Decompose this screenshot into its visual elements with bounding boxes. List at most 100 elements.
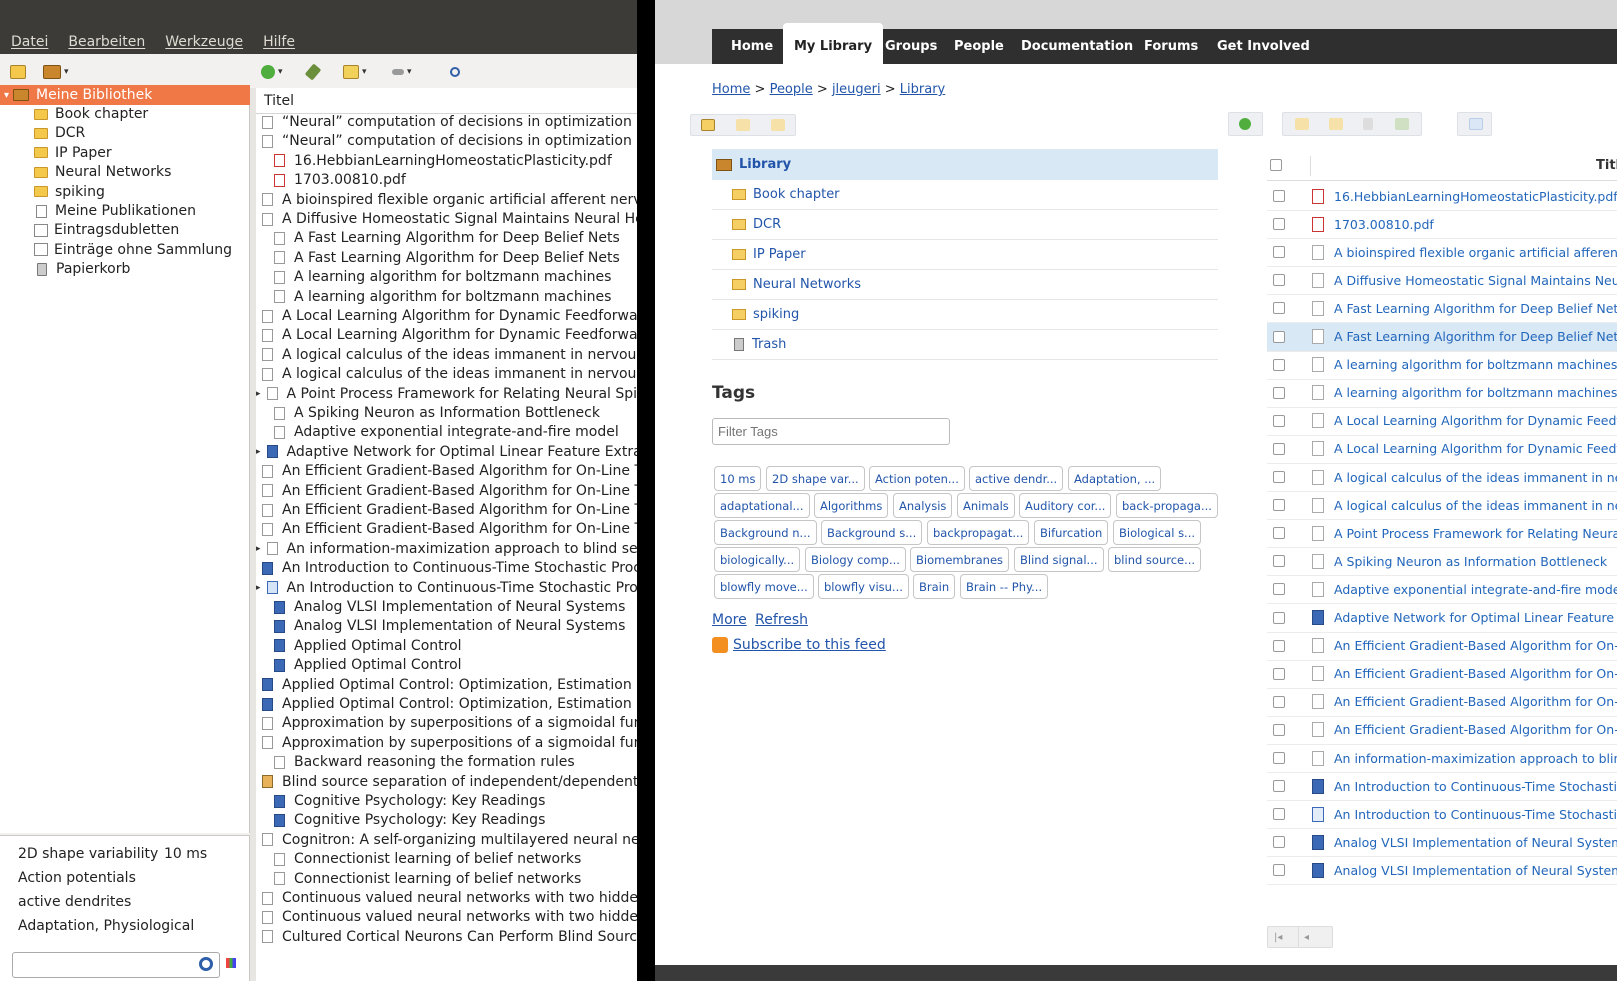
item-title-link[interactable]: A Point Process Framework for Relating N… — [1334, 526, 1617, 541]
table-row[interactable]: An Introduction to Continuous-Time Stoch… — [1267, 772, 1617, 802]
row-checkbox[interactable] — [1273, 583, 1285, 596]
table-row[interactable]: An Efficient Gradient-Based Algorithm fo… — [1267, 716, 1617, 745]
nav-get-involved[interactable]: Get Involved — [1206, 29, 1321, 64]
item-title-link[interactable]: A logical calculus of the ideas immanent… — [1334, 470, 1617, 485]
nav-documentation[interactable]: Documentation — [1010, 29, 1144, 64]
item-title-link[interactable]: An Efficient Gradient-Based Algorithm fo… — [1334, 722, 1617, 737]
item-row[interactable]: Applied Optimal Control — [256, 655, 637, 675]
filter-tags-input[interactable] — [712, 418, 950, 445]
item-title-link[interactable]: A Spiking Neuron as Information Bottlene… — [1334, 554, 1607, 569]
add-attachment-button[interactable]: ▾ — [392, 61, 412, 83]
item-title-link[interactable]: An Efficient Gradient-Based Algorithm fo… — [1334, 638, 1617, 653]
menu-hilfe[interactable]: Hilfe — [263, 34, 295, 50]
edit-collection-icon[interactable] — [736, 119, 750, 131]
item-title-link[interactable]: 1703.00810.pdf — [1334, 217, 1434, 232]
tag-adaptation-physiological[interactable]: Adaptation, Physiological — [18, 918, 194, 934]
table-row[interactable]: An Efficient Gradient-Based Algorithm fo… — [1267, 660, 1617, 689]
item-row[interactable]: 1703.00810.pdf — [256, 170, 637, 190]
tag-button[interactable]: Blind signal... — [1014, 547, 1104, 572]
collection-item[interactable]: spiking — [712, 300, 1218, 330]
expand-arrow-icon[interactable]: ▸ — [256, 389, 261, 399]
refresh-tags-link[interactable]: Refresh — [755, 612, 808, 628]
collection-item[interactable]: Book chapter — [712, 180, 1218, 210]
expand-arrow-icon[interactable]: ▸ — [256, 583, 261, 593]
table-row[interactable]: An information-maximization approach to … — [1267, 744, 1617, 773]
row-checkbox[interactable] — [1273, 555, 1285, 568]
column-header-title[interactable]: Titel — [256, 88, 637, 114]
collection-item[interactable]: Neural Networks — [712, 270, 1218, 300]
item-row[interactable]: A bioinspired flexible organic artificia… — [256, 190, 637, 210]
item-row[interactable]: “Neural” computation of decisions in opt… — [256, 112, 637, 132]
table-row[interactable]: A learning algorithm for boltzmann machi… — [1267, 351, 1617, 380]
nav-groups[interactable]: Groups — [874, 29, 948, 64]
tag-button[interactable]: Auditory cor... — [1019, 493, 1112, 518]
item-title-link[interactable]: An Introduction to Continuous-Time Stoch… — [1334, 807, 1617, 822]
row-checkbox[interactable] — [1273, 836, 1285, 849]
table-row[interactable]: An Introduction to Continuous-Time Stoch… — [1267, 800, 1617, 830]
cite-button[interactable] — [1457, 112, 1492, 136]
tag-button[interactable]: Brain — [913, 574, 956, 599]
item-row[interactable]: Connectionist learning of belief network… — [256, 849, 637, 869]
item-row[interactable]: ▸ Adaptive Network for Optimal Linear Fea… — [256, 442, 637, 462]
item-title-link[interactable]: A Diffusive Homeostatic Signal Maintains… — [1334, 273, 1617, 288]
item-row[interactable]: An Efficient Gradient-Based Algorithm fo… — [256, 461, 637, 481]
row-checkbox[interactable] — [1273, 639, 1285, 652]
row-checkbox[interactable] — [1273, 302, 1285, 315]
collection-tree-item[interactable]: Neural Networks — [0, 162, 250, 182]
tag-button[interactable]: Biological s... — [1113, 520, 1202, 545]
row-checkbox[interactable] — [1273, 864, 1285, 877]
item-row[interactable]: ▸ A Point Process Framework for Relating … — [256, 384, 637, 404]
item-title-link[interactable]: An Efficient Gradient-Based Algorithm fo… — [1334, 694, 1617, 709]
new-collection-icon[interactable] — [701, 119, 715, 131]
item-row[interactable]: Analog VLSI Implementation of Neural Sys… — [256, 616, 637, 636]
table-row[interactable]: Analog VLSI Implementation of Neural Sys… — [1267, 828, 1617, 858]
collection-tree-item[interactable]: Papierkorb — [0, 259, 250, 279]
tag-button[interactable]: biologically... — [714, 547, 801, 572]
tag-button[interactable]: blowfly visu... — [818, 574, 909, 599]
tag-button[interactable]: 10 ms — [714, 466, 762, 491]
column-header-title[interactable]: Titl — [1596, 158, 1617, 173]
item-title-link[interactable]: A learning algorithm for boltzmann machi… — [1334, 357, 1617, 372]
table-row[interactable]: A logical calculus of the ideas immanent… — [1267, 463, 1617, 492]
row-checkbox[interactable] — [1273, 246, 1285, 259]
add-to-collection-icon[interactable] — [1295, 118, 1309, 130]
collection-tree-item[interactable]: DCR — [0, 123, 250, 143]
new-note-button[interactable]: ▾ — [343, 61, 367, 83]
tag-button[interactable]: adaptational... — [714, 493, 810, 518]
item-row[interactable]: Applied Optimal Control: Optimization, E… — [256, 675, 637, 695]
tag-button[interactable]: Bifurcation — [1034, 520, 1109, 545]
item-row[interactable]: Adaptive exponential integrate-and-fire … — [256, 422, 637, 442]
prev-page-button[interactable]: ◂ — [1304, 932, 1309, 943]
nav-people[interactable]: People — [943, 29, 1015, 64]
row-checkbox[interactable] — [1273, 527, 1285, 540]
tag-button[interactable]: Background n... — [714, 520, 817, 545]
item-title-link[interactable]: An Efficient Gradient-Based Algorithm fo… — [1334, 666, 1617, 681]
breadcrumb-people[interactable]: People — [770, 82, 813, 97]
item-title-link[interactable]: Adaptive Network for Optimal Linear Feat… — [1334, 610, 1617, 625]
table-row[interactable]: A Local Learning Algorithm for Dynamic F… — [1267, 435, 1617, 464]
item-row[interactable]: Cultured Cortical Neurons Can Perform Bl… — [256, 927, 637, 947]
item-title-link[interactable]: A learning algorithm for boltzmann machi… — [1334, 385, 1617, 400]
item-title-link[interactable]: Analog VLSI Implementation of Neural Sys… — [1334, 863, 1617, 878]
item-row[interactable]: 16.HebbianLearningHomeostaticPlasticity.… — [256, 151, 637, 171]
item-title-link[interactable]: A bioinspired flexible organic artificia… — [1334, 245, 1617, 260]
add-by-identifier-button[interactable] — [304, 61, 322, 83]
item-title-link[interactable]: An information-maximization approach to … — [1334, 751, 1617, 766]
first-page-button[interactable]: |◂ — [1274, 932, 1282, 943]
table-row[interactable]: A logical calculus of the ideas immanent… — [1267, 491, 1617, 521]
table-row[interactable]: Adaptive exponential integrate-and-fire … — [1267, 575, 1617, 605]
row-checkbox[interactable] — [1273, 780, 1285, 793]
tag-button[interactable]: 2D shape var... — [766, 466, 865, 491]
item-title-link[interactable]: 16.HebbianLearningHomeostaticPlasticity.… — [1334, 189, 1617, 204]
tag-button[interactable]: Animals — [957, 493, 1015, 518]
row-checkbox[interactable] — [1273, 752, 1285, 764]
item-row[interactable]: Continuous valued neural networks with t… — [256, 888, 637, 908]
table-row[interactable]: 1703.00810.pdf — [1267, 210, 1617, 240]
new-collection-button[interactable] — [10, 61, 26, 83]
table-row[interactable]: A Local Learning Algorithm for Dynamic F… — [1267, 407, 1617, 436]
tag-active-dendrites[interactable]: active dendrites — [18, 894, 131, 910]
table-row[interactable]: A Fast Learning Algorithm for Deep Belie… — [1267, 294, 1617, 324]
library-actions-button[interactable]: ▾ — [43, 61, 69, 83]
item-title-link[interactable]: Adaptive exponential integrate-and-fire … — [1334, 582, 1617, 597]
tag-button[interactable]: Adaptation, ... — [1068, 466, 1162, 491]
